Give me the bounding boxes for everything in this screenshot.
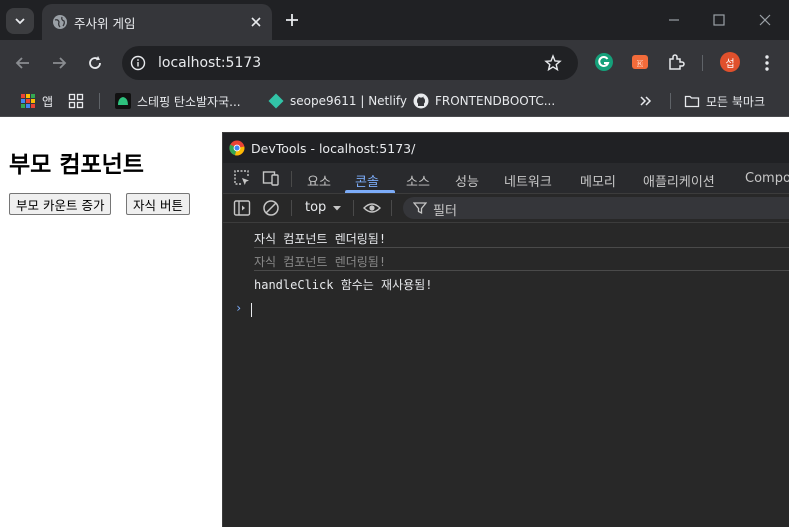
reload-icon[interactable] <box>86 54 104 72</box>
page-title: 부모 컴포넌트 <box>9 152 144 178</box>
console-message: handleClick 함수는 재사용됨! <box>254 278 433 292</box>
browser-toolbar: localhost:5173 🇰 섭 <box>0 40 789 86</box>
tab-strip: 주사위 게임 <box>0 0 789 40</box>
apps-icon <box>21 94 35 108</box>
browser-tab-active[interactable]: 주사위 게임 <box>42 4 272 40</box>
devtools-titlebar: DevTools - localhost:5173/ <box>223 133 789 163</box>
devtools-tabbar: 요소 콘솔 소스 성능 네트워크 메모리 애플리케이션 Compo <box>223 163 789 194</box>
chrome-icon <box>229 140 245 156</box>
devtools-window: DevTools - localhost:5173/ 요소 콘솔 소스 성능 네… <box>222 132 789 527</box>
bookmark-apps[interactable]: 앱 <box>20 92 53 110</box>
tab-components[interactable]: Compo <box>745 171 789 186</box>
plus-icon[interactable] <box>284 12 300 28</box>
bookmark-label: 스테핑 탄소발자국... <box>137 94 241 109</box>
tab-console[interactable]: 콘솔 <box>355 171 379 190</box>
close-icon[interactable] <box>248 14 264 30</box>
console-output: 자식 컴포넌트 렌더링됨! 자식 컴포넌트 렌더링됨! handleClick … <box>223 223 789 527</box>
tab-title: 주사위 게임 <box>74 16 136 31</box>
context-selector[interactable]: top <box>305 200 342 215</box>
info-icon[interactable] <box>130 55 146 71</box>
grammarly-icon[interactable] <box>594 52 614 72</box>
puzzle-icon[interactable] <box>666 52 686 72</box>
tab-sources[interactable]: 소스 <box>406 171 430 190</box>
bookmark-stepping[interactable]: 스테핑 탄소발자국... <box>115 92 241 110</box>
devtools-divider <box>291 171 292 187</box>
avatar[interactable]: 섭 <box>720 52 740 72</box>
device-icon[interactable] <box>262 169 280 187</box>
console-prompt-icon: › <box>235 301 243 315</box>
double-chevron-right-icon <box>640 96 652 106</box>
bookmark-netlify[interactable]: seope9611 | Netlify <box>268 92 407 110</box>
bookmark-label: 앱 <box>42 94 54 109</box>
svg-text:🇰: 🇰 <box>637 59 644 68</box>
clear-icon[interactable] <box>262 199 280 217</box>
bookmark-apps-grid[interactable] <box>68 92 90 110</box>
bookmark-all[interactable]: 모든 북마크 <box>684 92 765 110</box>
tab-network[interactable]: 네트워크 <box>504 171 552 190</box>
controls-divider <box>391 200 392 216</box>
address-bar[interactable]: localhost:5173 <box>122 46 578 80</box>
tab-memory[interactable]: 메모리 <box>580 171 616 190</box>
controls-divider <box>291 200 292 216</box>
filter-icon <box>413 202 427 215</box>
controls-divider <box>353 200 354 216</box>
eye-icon[interactable] <box>363 199 381 217</box>
console-row-divider <box>254 270 789 271</box>
avatar-initial: 섭 <box>725 58 735 70</box>
toolbar-divider <box>702 55 703 71</box>
chevron-down-icon <box>15 18 25 25</box>
inspect-icon[interactable] <box>233 169 251 187</box>
netlify-icon <box>268 93 284 109</box>
caret-down-icon <box>333 205 342 210</box>
bookmarks-bar: 앱 스테핑 탄소발자국... seope9611 | Netlify FRONT… <box>0 86 789 117</box>
tab-performance[interactable]: 성능 <box>455 171 479 190</box>
bookmarks-divider <box>670 93 671 109</box>
close-window-icon[interactable] <box>757 12 773 28</box>
console-input[interactable] <box>251 303 252 317</box>
globe-icon <box>53 15 67 29</box>
folder-icon <box>684 95 700 108</box>
active-tab-indicator <box>345 190 395 193</box>
extension-icon[interactable]: 🇰 <box>630 52 650 72</box>
more-icon[interactable] <box>760 54 774 72</box>
bookmarks-overflow[interactable] <box>638 92 660 110</box>
devtools-title: DevTools - localhost:5173/ <box>251 141 416 156</box>
github-icon <box>413 93 429 109</box>
tab-search-button[interactable] <box>6 8 34 34</box>
url-text: localhost:5173 <box>158 55 262 71</box>
console-message: 자식 컴포넌트 렌더링됨! <box>254 255 387 269</box>
child-button[interactable]: 자식 버튼 <box>126 193 190 215</box>
tab-application[interactable]: 애플리케이션 <box>643 171 715 190</box>
sidebar-icon[interactable] <box>233 199 251 217</box>
bookmark-github[interactable]: FRONTENDBOOTC... <box>413 92 555 110</box>
console-filter-input[interactable]: 필터 <box>403 197 789 219</box>
context-label: top <box>305 200 327 215</box>
star-icon[interactable] <box>544 54 562 72</box>
filter-placeholder: 필터 <box>433 204 457 219</box>
back-icon[interactable] <box>14 54 32 72</box>
maximize-icon[interactable] <box>711 12 727 28</box>
parent-count-button[interactable]: 부모 카운트 증가 <box>9 193 112 215</box>
forward-icon[interactable] <box>50 54 68 72</box>
bookmark-label: FRONTENDBOOTC... <box>435 94 556 108</box>
apps-grid-icon <box>68 93 84 109</box>
stepping-icon <box>115 93 131 109</box>
bookmarks-divider <box>99 93 100 109</box>
bookmark-label: 모든 북마크 <box>706 94 766 109</box>
minimize-icon[interactable] <box>666 12 682 28</box>
console-message: 자식 컴포넌트 렌더링됨! <box>254 232 387 246</box>
console-toolbar: top 필터 <box>223 194 789 223</box>
tab-elements[interactable]: 요소 <box>307 171 331 190</box>
console-row-divider <box>254 247 789 248</box>
bookmark-label: seope9611 | Netlify <box>290 94 408 108</box>
